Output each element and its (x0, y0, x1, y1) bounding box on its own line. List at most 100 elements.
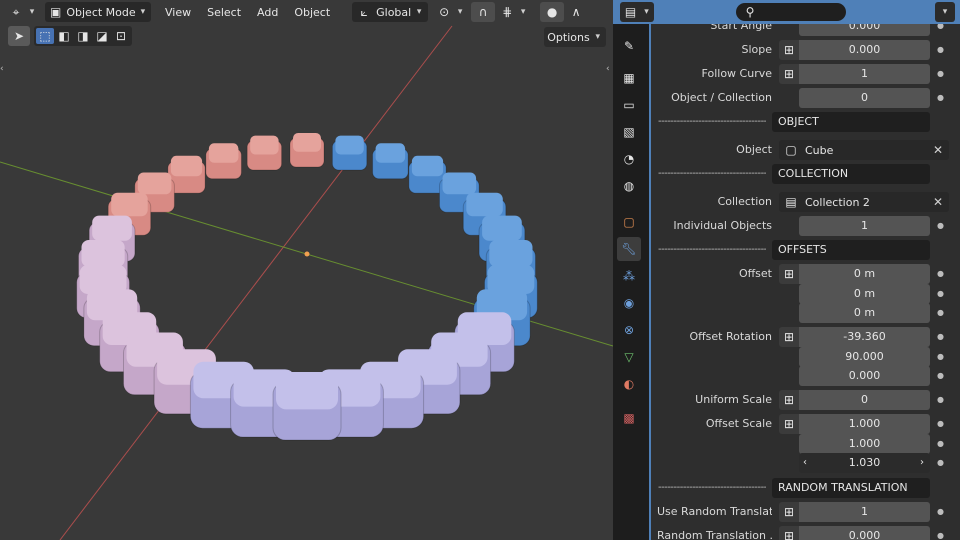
clear-icon[interactable]: ✕ (933, 140, 943, 160)
transform-orientation-selector[interactable]: ⟀ Global ▾ (352, 2, 429, 22)
offset-rotation-x-field[interactable]: -39.360 (799, 327, 930, 347)
random-translation-field[interactable]: 0.000 (799, 526, 930, 540)
select-extend-button[interactable]: ◧ (55, 28, 73, 44)
properties-options-dropdown[interactable]: ▾ (935, 2, 955, 22)
start-angle-field[interactable]: 0.000 (799, 24, 930, 36)
keyframe-dot-icon[interactable]: ● (937, 502, 944, 522)
keyframe-dot-icon[interactable]: ● (937, 526, 944, 540)
ring-cube[interactable] (289, 133, 325, 168)
keyframe-dot-icon[interactable]: ● (937, 347, 944, 367)
tab-constraints[interactable]: ⊗ (617, 318, 641, 342)
keyframe-dot-icon[interactable]: ● (937, 327, 944, 347)
use-random-translation-field[interactable]: 1 (799, 502, 930, 522)
offset-y-field[interactable]: 0 m (799, 284, 930, 304)
prop-row-uniform-scale: Uniform Scale ⊞ 0 ● (651, 390, 960, 410)
keyframe-dot-icon[interactable]: ● (937, 264, 944, 284)
object-collection-field[interactable]: 0 (799, 88, 930, 108)
offset-scale-z-field[interactable]: 1.030 (799, 453, 930, 473)
tab-material[interactable]: ◐ (617, 372, 641, 396)
tab-particles[interactable]: ⁂ (617, 264, 641, 288)
menu-view[interactable]: View (157, 2, 199, 22)
follow-curve-field[interactable]: 1 (799, 64, 930, 84)
tab-object[interactable]: ▢ (617, 210, 641, 234)
properties-editor-type-button[interactable]: ▤ ▾ (620, 2, 654, 22)
menu-add[interactable]: Add (249, 2, 286, 22)
keyframe-dot-icon[interactable]: ● (937, 284, 944, 304)
right-panel-arrow-icon[interactable]: ‹ (606, 64, 610, 74)
clear-icon[interactable]: ✕ (933, 192, 943, 212)
driver-toggle[interactable]: ⊞ (779, 502, 799, 522)
select-subtract-button[interactable]: ◨ (74, 28, 92, 44)
driver-toggle[interactable]: ⊞ (779, 327, 799, 347)
options-dropdown[interactable]: Options ▾ (544, 27, 606, 47)
decrement-arrow-icon[interactable]: ‹ (803, 453, 807, 473)
ring-cube[interactable] (372, 143, 409, 180)
tab-output[interactable]: ▭ (617, 93, 641, 117)
origin-point (304, 251, 310, 257)
section-row-offsets: ------------------------------------ OFF… (651, 240, 960, 260)
driver-toggle[interactable]: ⊞ (779, 264, 799, 284)
individual-objects-field[interactable]: 1 (799, 216, 930, 236)
select-invert-button[interactable]: ◪ (93, 28, 111, 44)
keyframe-dot-icon[interactable]: ● (937, 303, 944, 323)
select-intersect-button[interactable]: ⊡ (112, 28, 130, 44)
menu-object[interactable]: Object (286, 2, 338, 22)
editor-type-button[interactable]: ⌖ ▾ (4, 2, 41, 22)
driver-toggle[interactable]: ⊞ (779, 414, 799, 434)
chevron-down-icon: ▾ (416, 7, 422, 17)
snap-target-button[interactable]: ⋕ ▾ (495, 2, 532, 22)
tab-render[interactable]: ▦ (617, 66, 641, 90)
render-camera-icon: ▦ (623, 71, 635, 85)
tab-world[interactable]: ◍ (617, 174, 641, 198)
ring-cube[interactable] (205, 143, 242, 180)
driver-toggle[interactable]: ⊞ (779, 526, 799, 540)
offset-z-field[interactable]: 0 m (799, 303, 930, 323)
increment-arrow-icon[interactable]: › (920, 453, 924, 473)
ring-cube[interactable] (246, 135, 283, 171)
keyframe-dot-icon[interactable]: ● (937, 24, 944, 36)
tab-scene[interactable]: ◔ (617, 147, 641, 171)
uniform-scale-field[interactable]: 0 (799, 390, 930, 410)
keyframe-dot-icon[interactable]: ● (937, 40, 944, 60)
keyframe-dot-icon[interactable]: ● (937, 366, 944, 386)
driver-toggle[interactable]: ⊞ (779, 64, 799, 84)
driver-toggle[interactable]: ⊞ (779, 390, 799, 410)
tab-texture[interactable]: ▩ (617, 406, 641, 430)
tab-tool[interactable]: ✎ (617, 34, 641, 58)
falloff-button[interactable]: ∧ (564, 2, 588, 22)
tab-modifiers[interactable]: 🔧︎ (617, 237, 641, 261)
menu-select[interactable]: Select (199, 2, 249, 22)
tab-data[interactable]: ▽ (617, 345, 641, 369)
ring-cube[interactable] (331, 135, 368, 171)
left-panel-arrow-icon[interactable]: ‹ (0, 64, 4, 74)
offset-scale-y-field[interactable]: 1.000 (799, 434, 930, 454)
keyframe-dot-icon[interactable]: ● (937, 414, 944, 434)
mode-selector[interactable]: ▣ Object Mode ▾ (45, 2, 151, 22)
keyframe-dot-icon[interactable]: ● (937, 64, 944, 84)
keyframe-dot-icon[interactable]: ● (937, 434, 944, 454)
scene-canvas[interactable] (0, 0, 613, 540)
collection-picker[interactable]: ▤ Collection 2 ✕ (779, 192, 949, 212)
keyframe-dot-icon[interactable]: ● (937, 88, 944, 108)
pivot-point-button[interactable]: ⊙ ▾ (432, 2, 469, 22)
select-new-button[interactable]: ⬚ (36, 28, 54, 44)
keyframe-dot-icon[interactable]: ● (937, 390, 944, 410)
proportional-edit-toggle[interactable]: ● (540, 2, 565, 22)
select-tool-button[interactable]: ➤ (8, 26, 30, 46)
snap-toggle[interactable]: ∩ (471, 2, 496, 22)
keyframe-dot-icon[interactable]: ● (937, 216, 944, 236)
ring-cube[interactable] (272, 372, 342, 441)
offset-scale-x-field[interactable]: 1.000 (799, 414, 930, 434)
tab-physics[interactable]: ◉ (617, 291, 641, 315)
driver-toggle[interactable]: ⊞ (779, 40, 799, 60)
offset-rotation-z-field[interactable]: 0.000 (799, 366, 930, 386)
slope-field[interactable]: 0.000 (799, 40, 930, 60)
offset-rotation-y-field[interactable]: 90.000 (799, 347, 930, 367)
tab-view-layer[interactable]: ▧ (617, 120, 641, 144)
3d-viewport[interactable]: ⌖ ▾ ▣ Object Mode ▾ View Select Add Objec… (0, 0, 613, 540)
keyframe-dot-icon[interactable]: ● (937, 453, 944, 473)
offset-x-field[interactable]: 0 m (799, 264, 930, 284)
properties-search-input[interactable]: ⚲ (736, 3, 846, 21)
chevron-down-icon: ▾ (520, 7, 526, 17)
object-picker[interactable]: ▢ Cube ✕ (779, 140, 949, 160)
